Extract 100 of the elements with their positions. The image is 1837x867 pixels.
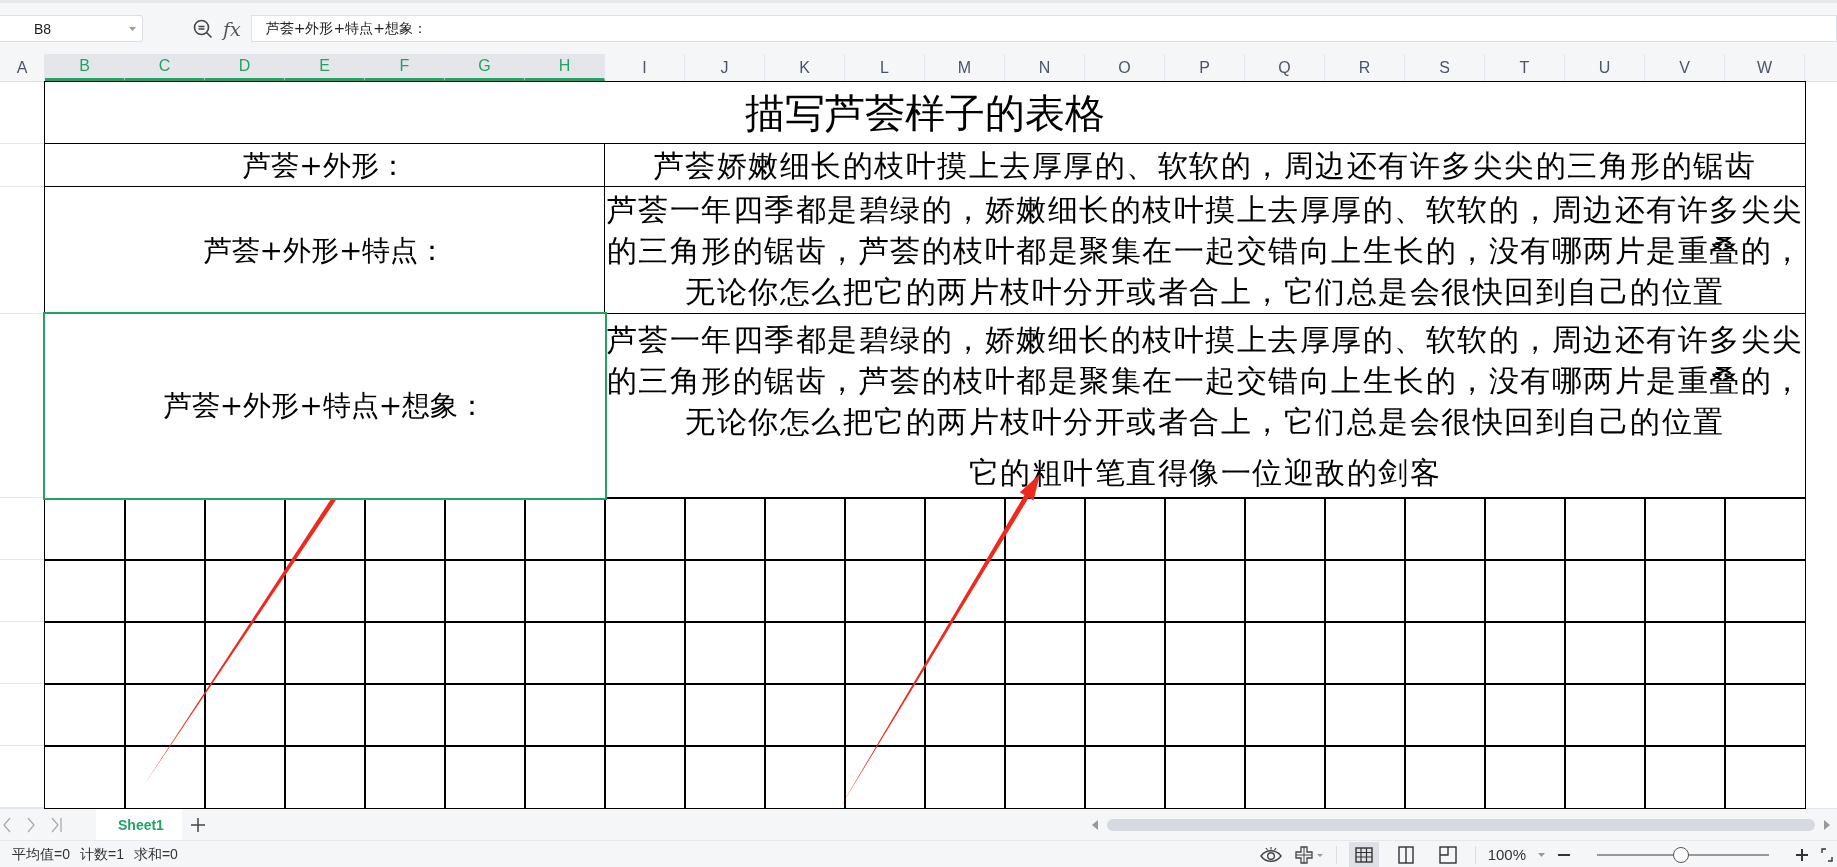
table-cell[interactable]	[845, 684, 925, 746]
table-cell[interactable]	[285, 746, 365, 808]
table-cell[interactable]	[1485, 684, 1565, 746]
table-cell[interactable]	[1165, 622, 1245, 684]
table-cell[interactable]	[1325, 746, 1405, 808]
table-cell[interactable]	[1085, 498, 1165, 560]
table-cell[interactable]	[365, 746, 445, 808]
eye-icon[interactable]	[1259, 845, 1282, 864]
table-cell[interactable]	[765, 746, 845, 808]
view-button[interactable]	[1348, 841, 1379, 867]
table-cell[interactable]	[205, 560, 285, 622]
table-cell[interactable]	[365, 498, 445, 560]
table-cell[interactable]	[1245, 498, 1325, 560]
slider-thumb[interactable]	[1673, 846, 1690, 863]
table-cell[interactable]	[925, 560, 1005, 622]
table-cell[interactable]	[1725, 684, 1805, 746]
table-cell[interactable]	[685, 622, 765, 684]
table-cell[interactable]	[605, 622, 685, 684]
table-cell[interactable]	[1565, 746, 1645, 808]
table-cell[interactable]: 芦荟+外形+特点：	[45, 187, 605, 314]
table-cell[interactable]	[365, 684, 445, 746]
table-cell[interactable]	[1005, 684, 1085, 746]
table-cell[interactable]	[845, 622, 925, 684]
table-cell[interactable]	[1725, 746, 1805, 808]
table-cell[interactable]	[125, 746, 205, 808]
table-cell[interactable]	[445, 498, 525, 560]
table-cell[interactable]	[125, 622, 205, 684]
table-cell[interactable]	[1325, 560, 1405, 622]
table-cell[interactable]	[1165, 498, 1245, 560]
table-cell[interactable]	[1325, 498, 1405, 560]
formula-field[interactable]: 芦荟+外形+特点+想象：	[250, 15, 1837, 42]
table-cell[interactable]	[1085, 622, 1165, 684]
table-cell[interactable]	[685, 684, 765, 746]
table-cell[interactable]	[1485, 498, 1565, 560]
table-cell[interactable]	[285, 560, 365, 622]
table-cell[interactable]	[525, 498, 605, 560]
table-cell[interactable]	[1165, 560, 1245, 622]
table-cell[interactable]	[925, 684, 1005, 746]
zoom-level[interactable]: 100%	[1487, 846, 1526, 863]
table-cell[interactable]	[45, 498, 125, 560]
table-cell[interactable]	[605, 746, 685, 808]
name-box[interactable]: B8	[0, 15, 143, 42]
table-cell[interactable]	[525, 746, 605, 808]
table-cell[interactable]	[525, 684, 605, 746]
table-cell[interactable]	[1405, 622, 1485, 684]
table-cell[interactable]	[205, 498, 285, 560]
table-cell[interactable]	[765, 498, 845, 560]
table-cell[interactable]	[605, 498, 685, 560]
scroll-right-icon[interactable]	[1823, 819, 1831, 830]
table-cell[interactable]	[1325, 622, 1405, 684]
table-cell[interactable]	[1005, 746, 1085, 808]
table-cell[interactable]	[125, 498, 205, 560]
table-cell[interactable]	[1405, 560, 1485, 622]
table-cell[interactable]	[285, 498, 365, 560]
table-cell[interactable]	[1245, 746, 1325, 808]
table-cell[interactable]	[1085, 560, 1165, 622]
table-cell[interactable]	[205, 746, 285, 808]
table-cell[interactable]	[1085, 746, 1165, 808]
table-cell[interactable]	[1485, 560, 1565, 622]
table-cell[interactable]	[1485, 622, 1565, 684]
table-cell[interactable]	[445, 684, 525, 746]
table-cell[interactable]	[1645, 498, 1725, 560]
table-cell[interactable]	[1725, 560, 1805, 622]
table-cell[interactable]	[925, 622, 1005, 684]
table-cell[interactable]	[525, 560, 605, 622]
table-cell[interactable]	[1565, 560, 1645, 622]
table-cell[interactable]	[765, 684, 845, 746]
table-cell[interactable]	[1165, 684, 1245, 746]
table-cell[interactable]	[1725, 498, 1805, 560]
table-cell[interactable]	[45, 560, 125, 622]
table-cell[interactable]	[45, 746, 125, 808]
table-cell[interactable]	[1005, 622, 1085, 684]
table-cell[interactable]	[1245, 560, 1325, 622]
table-cell[interactable]	[1005, 498, 1085, 560]
crosshair-icon[interactable]	[1293, 845, 1324, 864]
table-cell[interactable]	[685, 746, 765, 808]
function-button[interactable]: fx	[223, 17, 241, 40]
table-cell[interactable]	[1245, 622, 1325, 684]
table-cell[interactable]	[1565, 622, 1645, 684]
table-cell[interactable]	[605, 560, 685, 622]
table-cell[interactable]	[1245, 684, 1325, 746]
table-cell[interactable]	[605, 684, 685, 746]
table-cell[interactable]	[125, 684, 205, 746]
scroll-left-icon[interactable]	[1091, 819, 1099, 830]
table-cell[interactable]	[925, 498, 1005, 560]
table-cell[interactable]	[1165, 746, 1245, 808]
table-cell[interactable]	[1325, 684, 1405, 746]
table-cell[interactable]	[45, 684, 125, 746]
fullscreen-icon[interactable]	[1821, 847, 1833, 862]
add-sheet-icon[interactable]	[190, 816, 206, 833]
table-cell[interactable]	[1565, 498, 1645, 560]
table-cell[interactable]	[765, 622, 845, 684]
zoom-icon[interactable]	[193, 18, 213, 39]
table-cell[interactable]	[845, 560, 925, 622]
table-cell[interactable]: 芦荟+外形：	[45, 144, 605, 187]
table-cell[interactable]	[365, 560, 445, 622]
table-cell[interactable]	[1005, 560, 1085, 622]
table-cell[interactable]	[125, 560, 205, 622]
table-cell[interactable]	[445, 746, 525, 808]
table-cell[interactable]	[445, 560, 525, 622]
